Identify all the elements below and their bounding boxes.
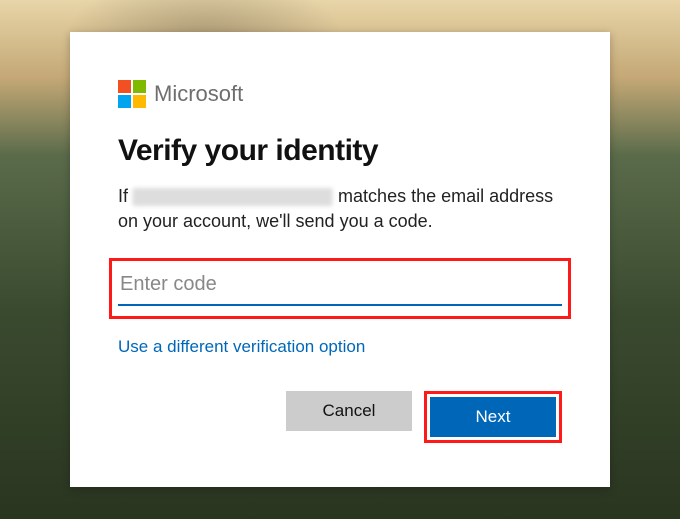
page-title: Verify your identity	[118, 134, 562, 168]
description-prefix: If	[118, 186, 128, 206]
code-input-highlight	[109, 258, 571, 319]
redacted-email	[133, 188, 333, 206]
next-button-highlight: Next	[424, 391, 562, 443]
button-row: Cancel Next	[118, 391, 562, 443]
cancel-button[interactable]: Cancel	[286, 391, 412, 431]
next-button[interactable]: Next	[430, 397, 556, 437]
code-input[interactable]	[118, 267, 562, 306]
verify-identity-panel: Microsoft Verify your identity If matche…	[70, 32, 610, 487]
description-text: If matches the email address on your acc…	[118, 184, 562, 234]
different-verification-link[interactable]: Use a different verification option	[118, 337, 365, 357]
microsoft-logo-icon	[118, 80, 146, 108]
brand-row: Microsoft	[118, 80, 562, 108]
brand-name: Microsoft	[154, 81, 243, 107]
